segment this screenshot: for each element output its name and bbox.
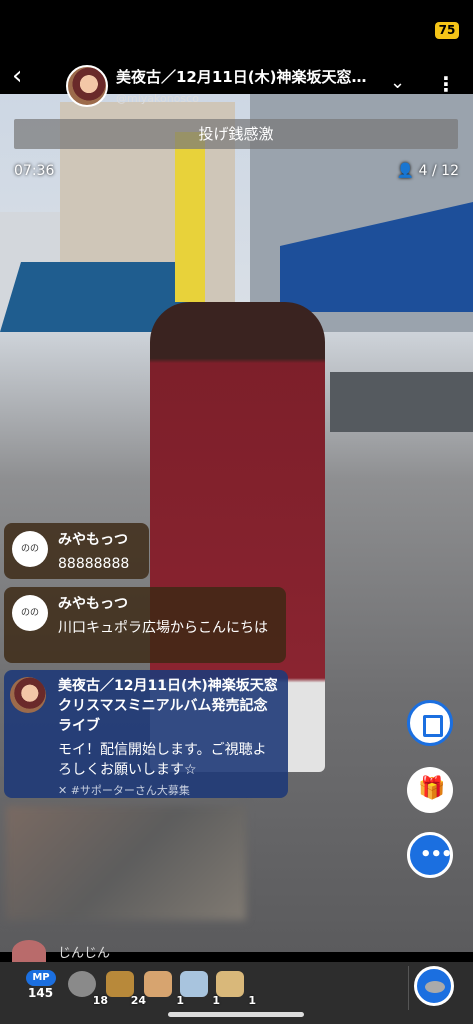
coin-icon — [425, 981, 445, 993]
channel-handle: @miyakonosco — [116, 92, 199, 105]
mp-badge[interactable]: MP — [26, 970, 56, 986]
banner-flag — [175, 132, 205, 302]
comment-user[interactable]: みやもっつ — [58, 593, 276, 613]
stream-timer: 07:36 — [14, 163, 55, 179]
gift-item-card[interactable]: 1 — [214, 969, 256, 1007]
pinned-message: モイ！配信開始します。ご視聴よろしくお願いします☆ — [58, 742, 267, 778]
blurred-overlay — [6, 806, 246, 920]
pinned-title: 美夜古／12月11日(木)神楽坂天窓クリスマスミニアルバム発売記念ライブ — [58, 678, 278, 734]
hashtag-link[interactable]: ✕ #サポーターさん大募集 — [58, 782, 278, 798]
more-menu-icon[interactable]: ⋮ — [436, 72, 456, 100]
card-icon — [180, 971, 208, 997]
user-avatar: のの — [12, 531, 48, 567]
channel-avatar[interactable] — [66, 65, 108, 107]
clap-icon — [144, 971, 172, 997]
chat-icon: ••• — [420, 844, 453, 865]
divider — [408, 966, 409, 1010]
user-avatar: のの — [12, 595, 48, 631]
home-indicator — [168, 1012, 304, 1017]
back-button[interactable]: ‹ — [12, 62, 40, 92]
comment-item: のの みやもっつ 88888888 — [4, 523, 149, 579]
bicycles — [330, 372, 473, 432]
battery-indicator: 75 — [435, 22, 459, 39]
channel-title[interactable]: 美夜古／12月11日(木)神楽坂天窓… — [116, 66, 386, 87]
gift-item-card[interactable]: 1 — [178, 969, 220, 1007]
pinned-avatar — [10, 677, 46, 713]
announcement-banner: 投げ銭感激 — [14, 119, 458, 149]
mp-count: 145 — [28, 986, 54, 1000]
comment-text: 88888888 — [58, 556, 130, 572]
gift-item-coin[interactable]: 18 — [66, 969, 108, 1007]
comment-text: 川口キュポラ広場からこんにちは — [58, 620, 268, 636]
viewer-count: 👤 4 / 12 — [396, 163, 459, 179]
comment-user[interactable]: みやもっつ — [58, 529, 139, 549]
user-avatar — [12, 940, 46, 964]
pinned-post[interactable]: 美夜古／12月11日(木)神楽坂天窓クリスマスミニアルバム発売記念ライブ モイ！… — [4, 670, 288, 798]
gift-button[interactable]: 🎁 — [407, 767, 453, 813]
frame-icon — [423, 715, 443, 737]
coin-send-button[interactable] — [414, 966, 454, 1006]
chat-button[interactable]: ••• — [407, 832, 453, 878]
comment-item: のの みやもっつ 川口キュポラ広場からこんにちは — [4, 587, 286, 663]
card-icon — [216, 971, 244, 997]
comment-user: じんじん — [58, 946, 111, 961]
gift-icon: 🎁 — [418, 776, 446, 801]
gift-item-parking[interactable]: 24 — [104, 969, 146, 1007]
chevron-down-icon[interactable]: ⌄ — [390, 72, 414, 96]
status-bar — [0, 0, 473, 62]
gift-item-clap[interactable]: 1 — [142, 969, 184, 1007]
screen-toggle-button[interactable] — [407, 700, 453, 746]
